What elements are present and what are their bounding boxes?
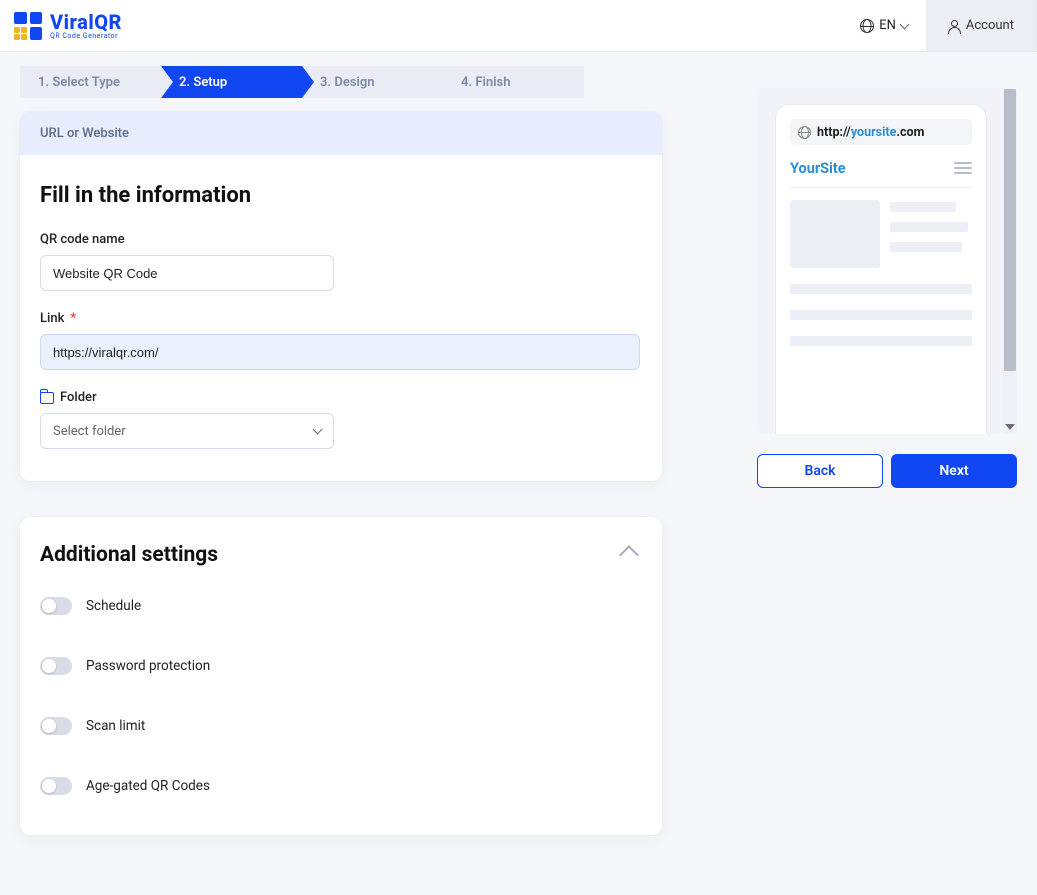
link-input[interactable] (40, 334, 640, 370)
preview-panel: http://yoursite.com YourSite (757, 66, 1017, 488)
logo-icon (14, 12, 42, 40)
toggle-password[interactable] (40, 657, 72, 675)
card-header: URL or Website (20, 112, 662, 155)
preview-site-name: YourSite (790, 160, 846, 177)
folder-placeholder: Select folder (53, 424, 126, 439)
hamburger-icon (954, 159, 972, 177)
additional-heading: Additional settings (40, 543, 218, 567)
account-button[interactable]: Account (926, 0, 1037, 51)
chevron-down-icon (313, 425, 323, 435)
language-picker[interactable]: EN (842, 0, 926, 51)
folder-select[interactable]: Select folder (40, 413, 334, 449)
setting-schedule: Schedule (40, 597, 642, 615)
setting-age-gated: Age-gated QR Codes (40, 777, 642, 795)
language-label: EN (879, 18, 896, 33)
toggle-age-gated[interactable] (40, 777, 72, 795)
additional-settings-toggle[interactable]: Additional settings (40, 543, 642, 567)
wizard-step-select-type[interactable]: 1. Select Type (20, 66, 161, 98)
scroll-down-icon (1005, 424, 1015, 430)
chevron-down-icon (899, 19, 909, 29)
wizard-step-design[interactable]: 3. Design (302, 66, 443, 98)
qr-name-input[interactable] (40, 255, 334, 291)
link-label: Link (40, 311, 64, 326)
brand-tagline: QR Code Generator (50, 32, 122, 40)
chevron-up-icon (619, 545, 639, 565)
name-label: QR code name (40, 232, 642, 247)
setting-password: Password protection (40, 657, 642, 675)
setting-scan-limit: Scan limit (40, 717, 642, 735)
brand-name: ViralQR (50, 12, 122, 32)
preview-scrollbar[interactable] (1003, 88, 1017, 434)
wizard-step-finish[interactable]: 4. Finish (443, 66, 584, 98)
globe-icon (860, 19, 874, 33)
form-heading: Fill in the information (40, 183, 642, 208)
folder-label: Folder (60, 390, 97, 405)
address-bar: http://yoursite.com (790, 119, 972, 145)
setup-card: URL or Website Fill in the information Q… (20, 112, 662, 481)
user-icon (948, 20, 960, 32)
wizard-step-setup[interactable]: 2. Setup (161, 66, 302, 98)
account-label: Account (966, 18, 1014, 33)
toggle-schedule[interactable] (40, 597, 72, 615)
toggle-scan-limit[interactable] (40, 717, 72, 735)
additional-settings-card: Additional settings Schedule Password pr… (20, 517, 662, 835)
skeleton-image (790, 200, 880, 268)
logo[interactable]: ViralQR QR Code Generator (0, 12, 122, 40)
wizard-steps: 1. Select Type 2. Setup 3. Design 4. Fin… (20, 66, 584, 98)
folder-icon (40, 392, 54, 404)
globe-icon (798, 126, 811, 139)
back-button[interactable]: Back (757, 454, 883, 488)
phone-preview: http://yoursite.com YourSite (757, 88, 1017, 434)
next-button[interactable]: Next (891, 454, 1017, 488)
required-indicator: * (70, 311, 76, 326)
topbar: ViralQR QR Code Generator EN Account (0, 0, 1037, 52)
